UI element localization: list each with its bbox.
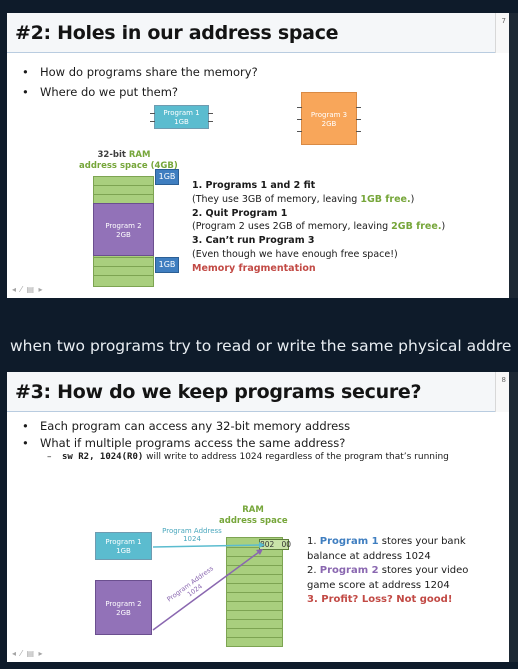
bullet-dot-icon: •	[22, 65, 29, 79]
bullet-dot-icon: •	[22, 85, 29, 99]
block-tick-icon	[208, 121, 213, 122]
block-tick-icon	[150, 121, 155, 122]
slide-number: 7	[501, 17, 506, 25]
step-2-title: 2. Quit Program 1	[192, 207, 288, 219]
program-name: Program 2	[105, 222, 142, 230]
block-tick-icon	[297, 119, 302, 120]
ram-row-divider	[94, 194, 153, 195]
program-name: Program 1	[163, 109, 200, 117]
step-3-note: (Even though we have enough free space!)	[192, 248, 398, 260]
program-2-region: Program 2 2GB	[93, 203, 154, 256]
ram-row-divider	[94, 185, 153, 186]
security-steps: 1. Program 1 stores your bank balance at…	[307, 536, 469, 605]
right-edge-strip	[509, 13, 518, 298]
arrow-program1-line	[152, 544, 260, 548]
program-size: 1GB	[174, 118, 189, 127]
block-tick-icon	[297, 107, 302, 108]
program-3-block: Program 3 2GB	[297, 92, 361, 145]
slide-nav-controls[interactable]: ◂ ⁄ ▤ ▸	[12, 649, 44, 658]
block-tick-icon	[208, 113, 213, 114]
arrow-1-label: Program Address 1024	[162, 527, 222, 544]
bullet-text: Where do we put them?	[40, 85, 178, 99]
bullet-item: • How do programs share the memory?	[22, 65, 258, 79]
slide-title: #2: Holes in our address space	[15, 22, 339, 44]
ram-row-divider	[94, 275, 153, 276]
step-2-accent: Program 2	[319, 565, 379, 576]
step-1-title: 1. Programs 1 and 2 fit	[192, 180, 316, 191]
block-tick-icon	[297, 131, 302, 132]
address-arrows	[152, 542, 265, 631]
step-3-title: 3. Can’t run Program 3	[192, 235, 315, 247]
slide-title-bar: #2: Holes in our address space 7	[7, 13, 509, 53]
callout-free-top: 1GB	[155, 169, 179, 185]
program-1-block: Program 1 1GB	[150, 105, 213, 129]
program-name: Program 3	[310, 111, 348, 119]
step-2-note: (Program 2 uses 2GB of memory, leaving 2…	[192, 221, 446, 233]
block-tick-icon	[356, 131, 361, 132]
ram-label-prefix: 32-bit	[97, 150, 129, 160]
arrow-program1-head-icon	[259, 542, 265, 548]
transcript-caption: when two programs try to read or write t…	[10, 337, 512, 355]
bullet-item: • Where do we put them?	[22, 85, 178, 99]
step-3-red: 3. Profit? Loss? Not good!	[307, 594, 453, 605]
slide-holes-address-space: #2: Holes in our address space 7 • How d…	[7, 13, 509, 298]
bullet-text: How do programs share the memory?	[40, 65, 258, 79]
arrow-program2-line	[152, 551, 260, 631]
program-size: 2GB	[321, 120, 337, 129]
step-1-accent: Program 1	[319, 536, 379, 547]
ram-row-divider	[94, 257, 153, 258]
block-tick-icon	[356, 119, 361, 120]
step-2-line2: game score at address 1204	[307, 579, 450, 591]
ram-row-divider	[94, 266, 153, 267]
right-edge-strip	[509, 372, 518, 662]
block-tick-icon	[356, 107, 361, 108]
callout-free-bottom: 1GB	[155, 257, 179, 273]
step-1-note: (They use 3GB of memory, leaving 1GB fre…	[192, 193, 415, 205]
slide-nav-controls[interactable]: ◂ ⁄ ▤ ▸	[12, 285, 44, 294]
step-3-red: Memory fragmentation	[192, 262, 316, 274]
block-tick-icon	[150, 113, 155, 114]
slide-program-security: #3: How do we keep programs secure? 8 • …	[7, 372, 509, 662]
fragmentation-steps: 1. Programs 1 and 2 fit (They use 3GB of…	[192, 179, 445, 275]
step-1-line2: balance at address 1024	[307, 550, 431, 562]
ram-label-accent: RAM	[128, 150, 151, 160]
program-size: 2GB	[116, 231, 131, 240]
